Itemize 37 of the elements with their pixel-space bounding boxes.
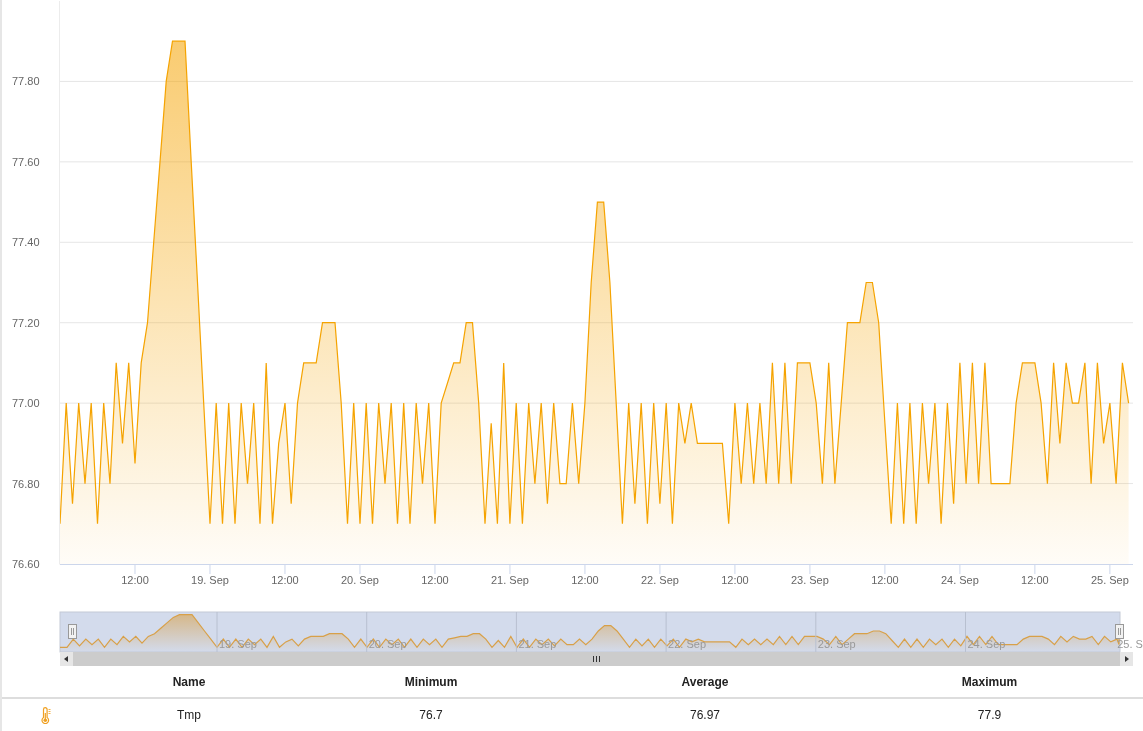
- axis-label: 77.80: [12, 75, 40, 88]
- axis-label: 12:00: [571, 574, 599, 586]
- axis-label: 23. Sep: [790, 574, 829, 586]
- scroll-left-button[interactable]: [60, 652, 73, 666]
- axis-label: 23. Sep: [817, 638, 856, 650]
- table-cell: 76.7: [419, 708, 443, 722]
- navigator-handle[interactable]: [1115, 624, 1124, 639]
- axis-label: 77.20: [12, 316, 40, 329]
- scrollbar-thumb[interactable]: [73, 652, 1120, 666]
- table-cell: 76.97: [690, 708, 720, 722]
- axis-label: 12:00: [1021, 574, 1049, 586]
- column-header: Name: [172, 674, 206, 689]
- thermometer-icon: [41, 706, 51, 724]
- axis-label: 76.80: [12, 477, 40, 490]
- axis-label: 25. S: [1117, 638, 1143, 650]
- axis-label: 77.60: [12, 155, 40, 168]
- axis-label: 12:00: [721, 574, 749, 586]
- axis-label: 22. Sep: [640, 574, 679, 586]
- table-cell: 77.9: [977, 708, 1002, 722]
- axis-label: 12:00: [121, 574, 149, 586]
- axis-label: 76.60: [12, 558, 40, 570]
- axis-label: 21. Sep: [491, 574, 529, 586]
- column-header: Maximum: [961, 674, 1018, 689]
- scroll-right-button[interactable]: [1120, 652, 1133, 666]
- navigator-handle[interactable]: [68, 624, 77, 639]
- axis-label: 77.00: [12, 397, 40, 410]
- axis-label: 24. Sep: [940, 574, 979, 586]
- axis-label: 20. Sep: [341, 574, 379, 586]
- axis-label: 19. Sep: [191, 574, 229, 586]
- axis-label: 12:00: [871, 574, 899, 586]
- table-cell: Tmp: [177, 708, 201, 722]
- column-header: Minimum: [404, 674, 458, 689]
- axis-label: 77.40: [12, 236, 40, 249]
- column-header: Average: [681, 674, 729, 689]
- axis-label: 25. Sep: [1090, 574, 1129, 586]
- axis-label: 12:00: [271, 574, 299, 586]
- axis-label: 12:00: [421, 574, 449, 586]
